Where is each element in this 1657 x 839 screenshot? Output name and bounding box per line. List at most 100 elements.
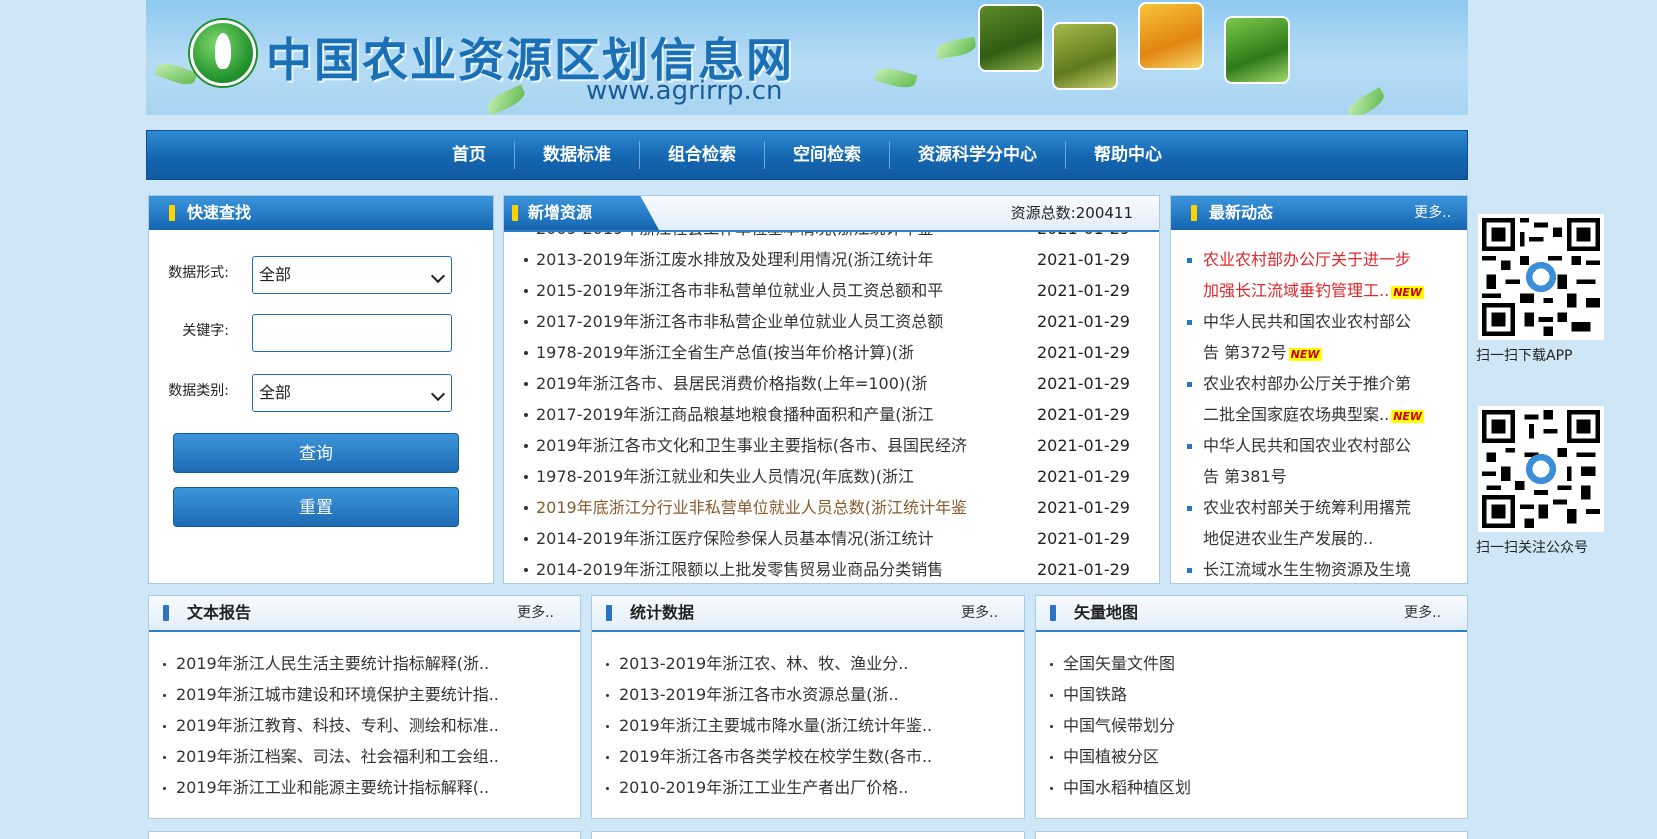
list-item[interactable]: 2009-2019年浙江社会工作单位基本情况(浙江统计年鉴 2021-01-29 xyxy=(504,232,1159,244)
resource-title[interactable]: 2009-2019年浙江社会工作单位基本情况(浙江统计年鉴 xyxy=(536,232,933,244)
list-item-text[interactable]: 中国铁路 xyxy=(1063,685,1127,704)
statistics-header: 统计数据 更多.. xyxy=(592,596,1024,632)
list-item[interactable]: 2014-2019年浙江医疗保险参保人员基本情况(浙江统计 2021-01-29 xyxy=(504,523,1159,554)
resource-title[interactable]: 1978-2019年浙江全省生产总值(按当年价格计算)(浙 xyxy=(536,337,914,368)
list-item[interactable]: 中国植被分区 xyxy=(1046,741,1159,772)
wheat-photo xyxy=(1138,2,1204,70)
list-item-text[interactable]: 2013-2019年浙江各市水资源总量(浙.. xyxy=(619,685,899,704)
resource-title[interactable]: 2017-2019年浙江各市非私营企业单位就业人员工资总额 xyxy=(536,306,943,337)
bullet-icon xyxy=(163,725,166,728)
list-item[interactable]: 2019年底浙江分行业非私营单位就业人员总数(浙江统计年鉴 2021-01-29 xyxy=(504,492,1159,523)
list-item-text[interactable]: 2019年浙江城市建设和环境保护主要统计指.. xyxy=(176,685,499,704)
list-item[interactable]: 2019年浙江各市各类学校在校学生数(各市.. xyxy=(602,741,932,772)
list-item[interactable]: 2019年浙江教育、科技、专利、测绘和标准.. xyxy=(159,710,499,741)
list-item[interactable]: 2014-2019年浙江限额以上批发零售贸易业商品分类销售 2021-01-29 xyxy=(504,554,1159,583)
latest-news-more-link[interactable]: 更多.. xyxy=(1414,196,1451,230)
news-text[interactable]: 中华人民共和国农业农村部公 xyxy=(1203,312,1411,331)
list-item[interactable]: 2017-2019年浙江各市非私营企业单位就业人员工资总额 2021-01-29 xyxy=(504,306,1159,337)
list-item[interactable]: 2017-2019年浙江商品粮基地粮食播种面积和产量(浙江 2021-01-29 xyxy=(504,399,1159,430)
nav-resource-center[interactable]: 资源科学分中心 xyxy=(890,141,1066,169)
news-text[interactable]: 中华人民共和国农业农村部公 xyxy=(1203,436,1411,455)
news-text[interactable]: 农业农村部关于统筹利用撂荒 xyxy=(1203,498,1411,517)
list-item-text[interactable]: 全国矢量文件图 xyxy=(1063,654,1175,673)
nav-spatial-search[interactable]: 空间检索 xyxy=(765,141,890,169)
list-item[interactable]: 2019年浙江各市文化和卫生事业主要指标(各市、县国民经济 2021-01-29 xyxy=(504,430,1159,461)
resource-title[interactable]: 2015-2019年浙江各市非私营单位就业人员工资总额和平 xyxy=(536,275,943,306)
list-item-text[interactable]: 中国植被分区 xyxy=(1063,747,1159,766)
category-select[interactable]: 全部 xyxy=(252,374,452,412)
list-item-text[interactable]: 2013-2019年浙江农、林、牧、渔业分.. xyxy=(619,654,908,673)
keyword-input[interactable] xyxy=(252,314,452,352)
news-item[interactable]: 中华人民共和国农业农村部公告 第372号 NEW xyxy=(1187,306,1437,368)
news-item[interactable]: 农业农村部办公厅关于推介第 二批全国家庭农场典型案.. NEW xyxy=(1187,368,1437,430)
news-text[interactable]: 长江流域水生生物资源及生境 xyxy=(1203,560,1411,579)
list-item[interactable]: 2015-2019年浙江各市非私营单位就业人员工资总额和平 2021-01-29 xyxy=(504,275,1159,306)
list-item-text[interactable]: 2019年浙江各市各类学校在校学生数(各市.. xyxy=(619,747,932,766)
list-item-text[interactable]: 2019年浙江教育、科技、专利、测绘和标准.. xyxy=(176,716,499,735)
news-item[interactable]: 农业农村部关于统筹利用撂荒 地促进农业生产发展的.. xyxy=(1187,492,1437,554)
site-logo[interactable] xyxy=(190,20,256,86)
news-item[interactable]: 农业农村部办公厅关于进一步 加强长江流域垂钓管理工.. NEW xyxy=(1187,244,1437,306)
resource-title[interactable]: 2017-2019年浙江商品粮基地粮食播种面积和产量(浙江 xyxy=(536,399,933,430)
statistics-more-link[interactable]: 更多.. xyxy=(961,596,998,630)
header-marker-icon xyxy=(1191,205,1197,221)
news-text[interactable]: 二批全国家庭农场典型案.. xyxy=(1203,405,1389,424)
bullet-icon xyxy=(524,320,528,324)
list-item[interactable]: 2010-2019年浙江工业生产者出厂价格.. xyxy=(602,772,908,803)
news-text[interactable]: 加强长江流域垂钓管理工.. xyxy=(1203,281,1389,300)
query-button[interactable]: 查询 xyxy=(173,433,459,473)
resource-date: 2021-01-29 xyxy=(1037,374,1130,393)
list-item[interactable]: 中国铁路 xyxy=(1046,679,1127,710)
format-select-value: 全部 xyxy=(259,265,292,284)
reset-button[interactable]: 重置 xyxy=(173,487,459,527)
resource-title[interactable]: 2019年浙江各市、县居民消费价格指数(上年=100)(浙 xyxy=(536,368,927,399)
list-item[interactable]: 2013-2019年浙江各市水资源总量(浙.. xyxy=(602,679,899,710)
list-item-text[interactable]: 2010-2019年浙江工业生产者出厂价格.. xyxy=(619,778,908,797)
news-text[interactable]: 告 第381号 xyxy=(1203,467,1287,486)
list-item[interactable]: 2019年浙江工业和能源主要统计指标解释(.. xyxy=(159,772,489,803)
list-item-text[interactable]: 中国水稻种植区划 xyxy=(1063,778,1191,797)
nav-help-center[interactable]: 帮助中心 xyxy=(1066,141,1190,169)
header-marker-icon xyxy=(1050,605,1056,621)
resource-title[interactable]: 2014-2019年浙江限额以上批发零售贸易业商品分类销售 xyxy=(536,554,943,583)
text-reports-more-link[interactable]: 更多.. xyxy=(517,596,554,630)
list-item[interactable]: 2019年浙江主要城市降水量(浙江统计年鉴.. xyxy=(602,710,932,741)
nav-combined-search[interactable]: 组合检索 xyxy=(640,141,765,169)
list-item[interactable]: 2019年浙江人民生活主要统计指标解释(浙.. xyxy=(159,648,489,679)
list-item[interactable]: 2019年浙江档案、司法、社会福利和工会组.. xyxy=(159,741,499,772)
list-item-text[interactable]: 2019年浙江工业和能源主要统计指标解释(.. xyxy=(176,778,489,797)
list-item-text[interactable]: 中国气候带划分 xyxy=(1063,716,1175,735)
bullet-icon xyxy=(524,568,528,572)
news-item[interactable]: 长江流域水生生物资源及生境 xyxy=(1187,554,1437,583)
news-item[interactable]: 中华人民共和国农业农村部公告 第381号 xyxy=(1187,430,1437,492)
list-item[interactable]: 2013-2019年浙江农、林、牧、渔业分.. xyxy=(602,648,908,679)
news-text[interactable]: 告 第372号 xyxy=(1203,343,1287,362)
quick-search-title: 快速查找 xyxy=(187,203,252,222)
next-row-panel xyxy=(148,831,581,839)
list-item[interactable]: 中国水稻种植区划 xyxy=(1046,772,1191,803)
resource-title[interactable]: 2013-2019年浙江废水排放及处理利用情况(浙江统计年 xyxy=(536,244,933,275)
resource-title[interactable]: 2019年底浙江分行业非私营单位就业人员总数(浙江统计年鉴 xyxy=(536,492,967,523)
news-text[interactable]: 农业农村部办公厅关于进一步 xyxy=(1203,250,1411,269)
list-item-text[interactable]: 2019年浙江人民生活主要统计指标解释(浙.. xyxy=(176,654,489,673)
nav-data-standard[interactable]: 数据标准 xyxy=(515,141,640,169)
news-text[interactable]: 农业农村部办公厅关于推介第 xyxy=(1203,374,1411,393)
list-item[interactable]: 2019年浙江城市建设和环境保护主要统计指.. xyxy=(159,679,499,710)
bullet-icon xyxy=(1187,320,1192,325)
list-item[interactable]: 1978-2019年浙江全省生产总值(按当年价格计算)(浙 2021-01-29 xyxy=(504,337,1159,368)
list-item[interactable]: 全国矢量文件图 xyxy=(1046,648,1175,679)
news-text[interactable]: 地促进农业生产发展的.. xyxy=(1203,529,1373,548)
list-item-text[interactable]: 2019年浙江主要城市降水量(浙江统计年鉴.. xyxy=(619,716,932,735)
list-item[interactable]: 1978-2019年浙江就业和失业人员情况(年底数)(浙江 2021-01-29 xyxy=(504,461,1159,492)
list-item[interactable]: 中国气候带划分 xyxy=(1046,710,1175,741)
vector-maps-more-link[interactable]: 更多.. xyxy=(1404,596,1441,630)
format-select[interactable]: 全部 xyxy=(252,256,452,294)
list-item[interactable]: 2013-2019年浙江废水排放及处理利用情况(浙江统计年 2021-01-29 xyxy=(504,244,1159,275)
resource-title[interactable]: 1978-2019年浙江就业和失业人员情况(年底数)(浙江 xyxy=(536,461,914,492)
bullet-icon xyxy=(1050,756,1053,759)
list-item-text[interactable]: 2019年浙江档案、司法、社会福利和工会组.. xyxy=(176,747,499,766)
resource-title[interactable]: 2019年浙江各市文化和卫生事业主要指标(各市、县国民经济 xyxy=(536,430,967,461)
nav-home[interactable]: 首页 xyxy=(424,141,515,169)
resource-title[interactable]: 2014-2019年浙江医疗保险参保人员基本情况(浙江统计 xyxy=(536,523,933,554)
list-item[interactable]: 2019年浙江各市、县居民消费价格指数(上年=100)(浙 2021-01-29 xyxy=(504,368,1159,399)
